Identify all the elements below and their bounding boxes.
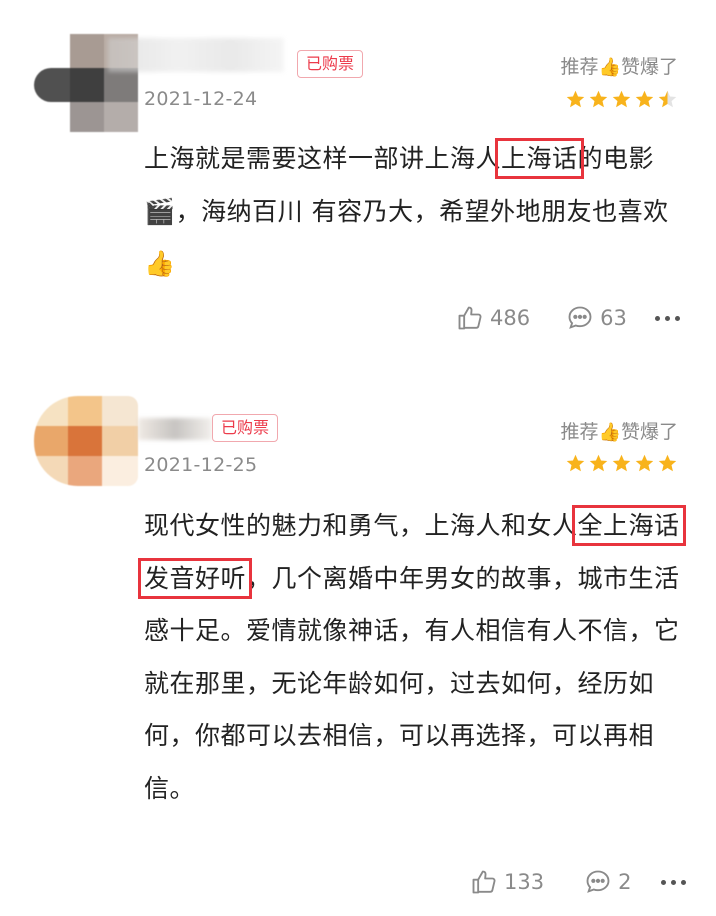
comment-button[interactable]: 63	[566, 304, 627, 332]
review-actions: 133 2	[470, 868, 687, 896]
star-icon	[657, 89, 678, 110]
more-dots-icon[interactable]	[661, 879, 687, 885]
thumbs-up-icon	[458, 306, 482, 330]
review-text-before: 现代女性的魅力和勇气，上海人和女人	[144, 511, 578, 540]
purchased-badge: 已购票	[297, 50, 364, 78]
star-icon	[634, 89, 655, 110]
like-button[interactable]: 133	[470, 868, 544, 896]
comment-count: 63	[600, 306, 627, 330]
review-date: 2021-12-24	[144, 88, 258, 110]
like-button[interactable]: 486	[456, 304, 530, 332]
star-icon	[634, 453, 655, 474]
highlighted-phrase: 上海话	[495, 138, 584, 179]
comment-button[interactable]: 2	[584, 868, 631, 896]
rating-label: 赞爆了	[620, 56, 678, 78]
review-text: 现代女性的魅力和勇气，上海人和女人全上海话发音好听，几个离婚中年男女的故事，城市…	[138, 500, 686, 816]
recommend-text: 推荐	[560, 56, 599, 78]
like-count: 133	[504, 870, 545, 894]
star-icon	[657, 453, 678, 474]
recommendation-label: 推荐👍赞爆了	[561, 52, 678, 79]
star-icon	[565, 453, 586, 474]
review-date: 2021-12-25	[144, 454, 258, 476]
username-blurred[interactable]	[138, 418, 212, 440]
thumbs-up-emoji-icon: 👍	[598, 422, 621, 443]
rating-label: 赞爆了	[620, 421, 678, 443]
thumbs-up-icon	[472, 870, 496, 894]
review-text-after: ，几个离婚中年男女的故事，城市生活感十足。爱情就像神话，有人相信有人不信，它就在…	[144, 563, 680, 803]
rating-stars	[565, 453, 678, 474]
star-icon	[588, 453, 609, 474]
comment-count: 2	[618, 870, 632, 894]
recommendation-label: 推荐👍赞爆了	[561, 417, 678, 444]
review-card-1: 已购票 2021-12-24 推荐👍赞爆了 上海就是需要这样一部讲上海人上海话的…	[0, 0, 716, 360]
comment-bubble-icon	[586, 870, 610, 893]
review-text-before: 上海就是需要这样一部讲上海人	[144, 144, 502, 173]
thumbs-up-emoji-icon: 👍	[598, 57, 621, 78]
avatar[interactable]	[34, 396, 138, 486]
username-blurred[interactable]	[108, 38, 284, 72]
more-dots-icon[interactable]	[654, 315, 680, 321]
comment-bubble-icon	[568, 306, 592, 329]
star-icon	[611, 453, 632, 474]
recommend-text: 推荐	[560, 421, 599, 443]
purchased-badge: 已购票	[212, 414, 279, 442]
star-icon	[565, 89, 586, 110]
review-actions: 486 63	[456, 304, 680, 332]
review-text: 上海就是需要这样一部讲上海人上海话的电影🎬，海纳百川 有容乃大，希望外地朋友也喜…	[144, 133, 684, 291]
rating-stars	[565, 89, 678, 110]
review-card-2: 已购票 2021-12-25 推荐👍赞爆了 现代女性的魅力和勇气，上海人和女人全…	[0, 360, 716, 916]
star-icon	[588, 89, 609, 110]
like-count: 486	[490, 306, 531, 330]
star-icon	[611, 89, 632, 110]
